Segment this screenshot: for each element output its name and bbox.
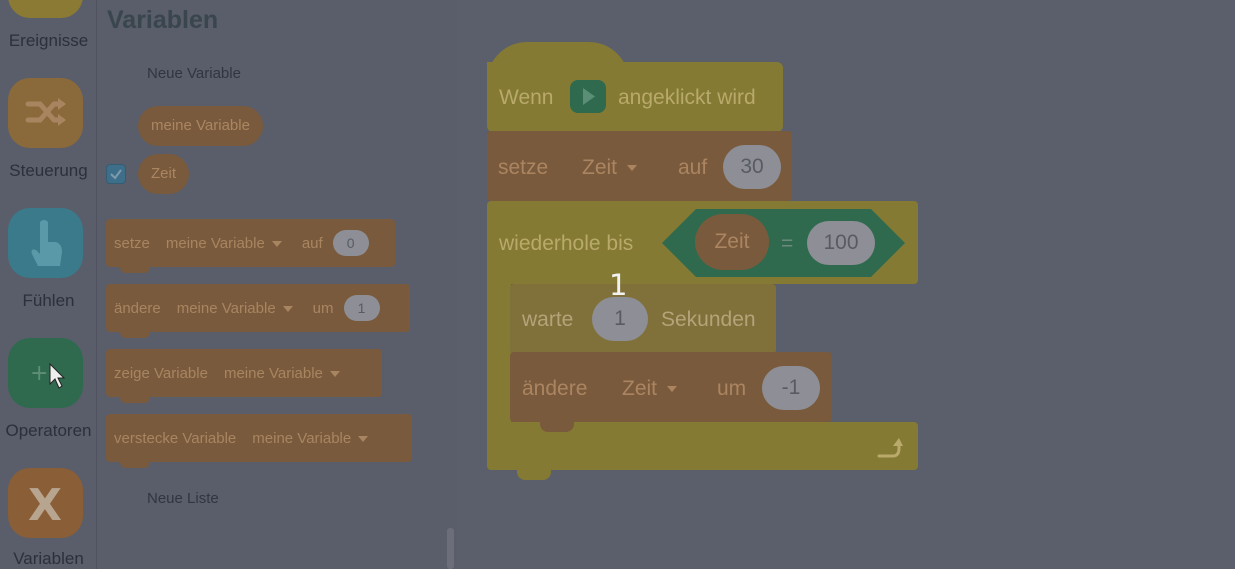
value-input[interactable]: 1 [343, 295, 380, 321]
block-notch [120, 396, 150, 403]
variable-dropdown[interactable]: meine Variable [177, 300, 293, 317]
block-label: Wenn [499, 86, 554, 109]
category-variables[interactable]: X Variablen [0, 460, 97, 569]
show-variable-block[interactable]: zeige Variable meine Variable [106, 349, 382, 403]
operator-symbol: = [781, 232, 794, 255]
value-input[interactable]: 100 [807, 221, 875, 265]
value-input[interactable]: 30 [723, 145, 781, 189]
palette-scrollbar[interactable] [447, 528, 454, 569]
block-notch [120, 461, 150, 468]
new-variable-button[interactable]: Neue Variable [147, 65, 241, 82]
block-label: angeklickt wird [618, 86, 756, 109]
category-operators[interactable]: + Operatoren [0, 330, 97, 450]
svg-text:X: X [28, 480, 62, 531]
variable-checkbox[interactable] [106, 164, 126, 184]
category-label: Steuerung [9, 161, 88, 180]
variable-dropdown[interactable]: meine Variable [252, 429, 369, 447]
block-label: wiederhole bis [499, 232, 634, 255]
category-label: Variablen [13, 549, 84, 568]
variable-dropdown[interactable]: meine Variable [166, 235, 282, 252]
value-input[interactable]: 0 [332, 230, 369, 256]
value-input[interactable]: 1 [592, 297, 648, 341]
block-notch [120, 331, 150, 338]
green-flag-icon [570, 80, 606, 113]
block-notch [540, 418, 574, 432]
block-label: verstecke Variable [114, 429, 237, 447]
block-label: zeige Variable [114, 364, 208, 382]
block-label: Sekunden [661, 308, 756, 331]
set-variable-block[interactable]: setze meine Variable auf 0 [106, 219, 395, 273]
block-notch [517, 466, 551, 480]
block-label: um [312, 299, 334, 317]
palette-title: Variablen [107, 6, 219, 34]
category-control[interactable]: Steuerung [0, 70, 97, 190]
category-sensing[interactable]: Fühlen [0, 200, 97, 320]
variable-dropdown[interactable]: meine Variable [224, 365, 340, 382]
block-label: um [717, 377, 747, 400]
dropdown-value: meine Variable [252, 429, 352, 447]
category-label: Ereignisse [8, 31, 89, 50]
category-menu: Ereignisse Steuerung Fühlen + Operatoren… [0, 0, 97, 569]
chevron-down-icon [329, 370, 340, 377]
dropdown-value: meine Variable [176, 299, 276, 317]
plus-minus-icon: + [8, 338, 83, 408]
variable-reporter[interactable]: Zeit [695, 214, 769, 270]
dropdown-value: meine Variable [165, 234, 265, 252]
block-label: auf [301, 234, 323, 252]
dropdown-value: Zeit [582, 156, 618, 179]
block-label: auf [678, 156, 708, 179]
value-input[interactable]: -1 [762, 366, 820, 410]
block-notch [120, 266, 150, 273]
chevron-down-icon [358, 435, 369, 442]
svg-text:+: + [30, 361, 48, 386]
block-label: setze [498, 156, 549, 179]
chevron-down-icon [627, 165, 638, 172]
category-events[interactable]: Ereignisse [0, 0, 97, 60]
block-label: ändere [522, 377, 588, 400]
chevron-down-icon [667, 386, 678, 393]
hand-pointer-icon [8, 208, 83, 278]
variable-reporter[interactable]: meine Variable [138, 106, 263, 146]
counter-overlay: 1 [609, 268, 628, 302]
hide-variable-block[interactable]: verstecke Variable meine Variable [106, 414, 412, 468]
shuffle-icon [8, 78, 83, 148]
script-area: Wenn angeklickt wird setze Zeit auf 30 w… [457, 0, 1235, 569]
x-icon: X [8, 468, 83, 538]
flag-icon [8, 0, 83, 18]
dropdown-value: Zeit [622, 377, 658, 400]
variable-dropdown[interactable]: Zeit [622, 377, 678, 401]
block-label: setze [114, 234, 150, 252]
chevron-down-icon [271, 240, 282, 247]
block-label: warte [522, 308, 574, 331]
chevron-down-icon [282, 305, 293, 312]
block-arm [487, 280, 511, 430]
block-label: ändere [114, 299, 161, 317]
variable-reporter[interactable]: Zeit [138, 154, 190, 194]
category-label: Fühlen [22, 291, 75, 310]
variable-dropdown[interactable]: Zeit [582, 156, 638, 180]
new-list-button[interactable]: Neue Liste [147, 490, 219, 507]
dropdown-value: meine Variable [223, 364, 323, 382]
change-variable-block[interactable]: ändere meine Variable um 1 [106, 284, 410, 338]
loop-arrow-icon [875, 434, 903, 462]
block-palette: Variablen Neue Variable meine Variable Z… [97, 0, 457, 569]
category-label: Operatoren [5, 421, 92, 440]
